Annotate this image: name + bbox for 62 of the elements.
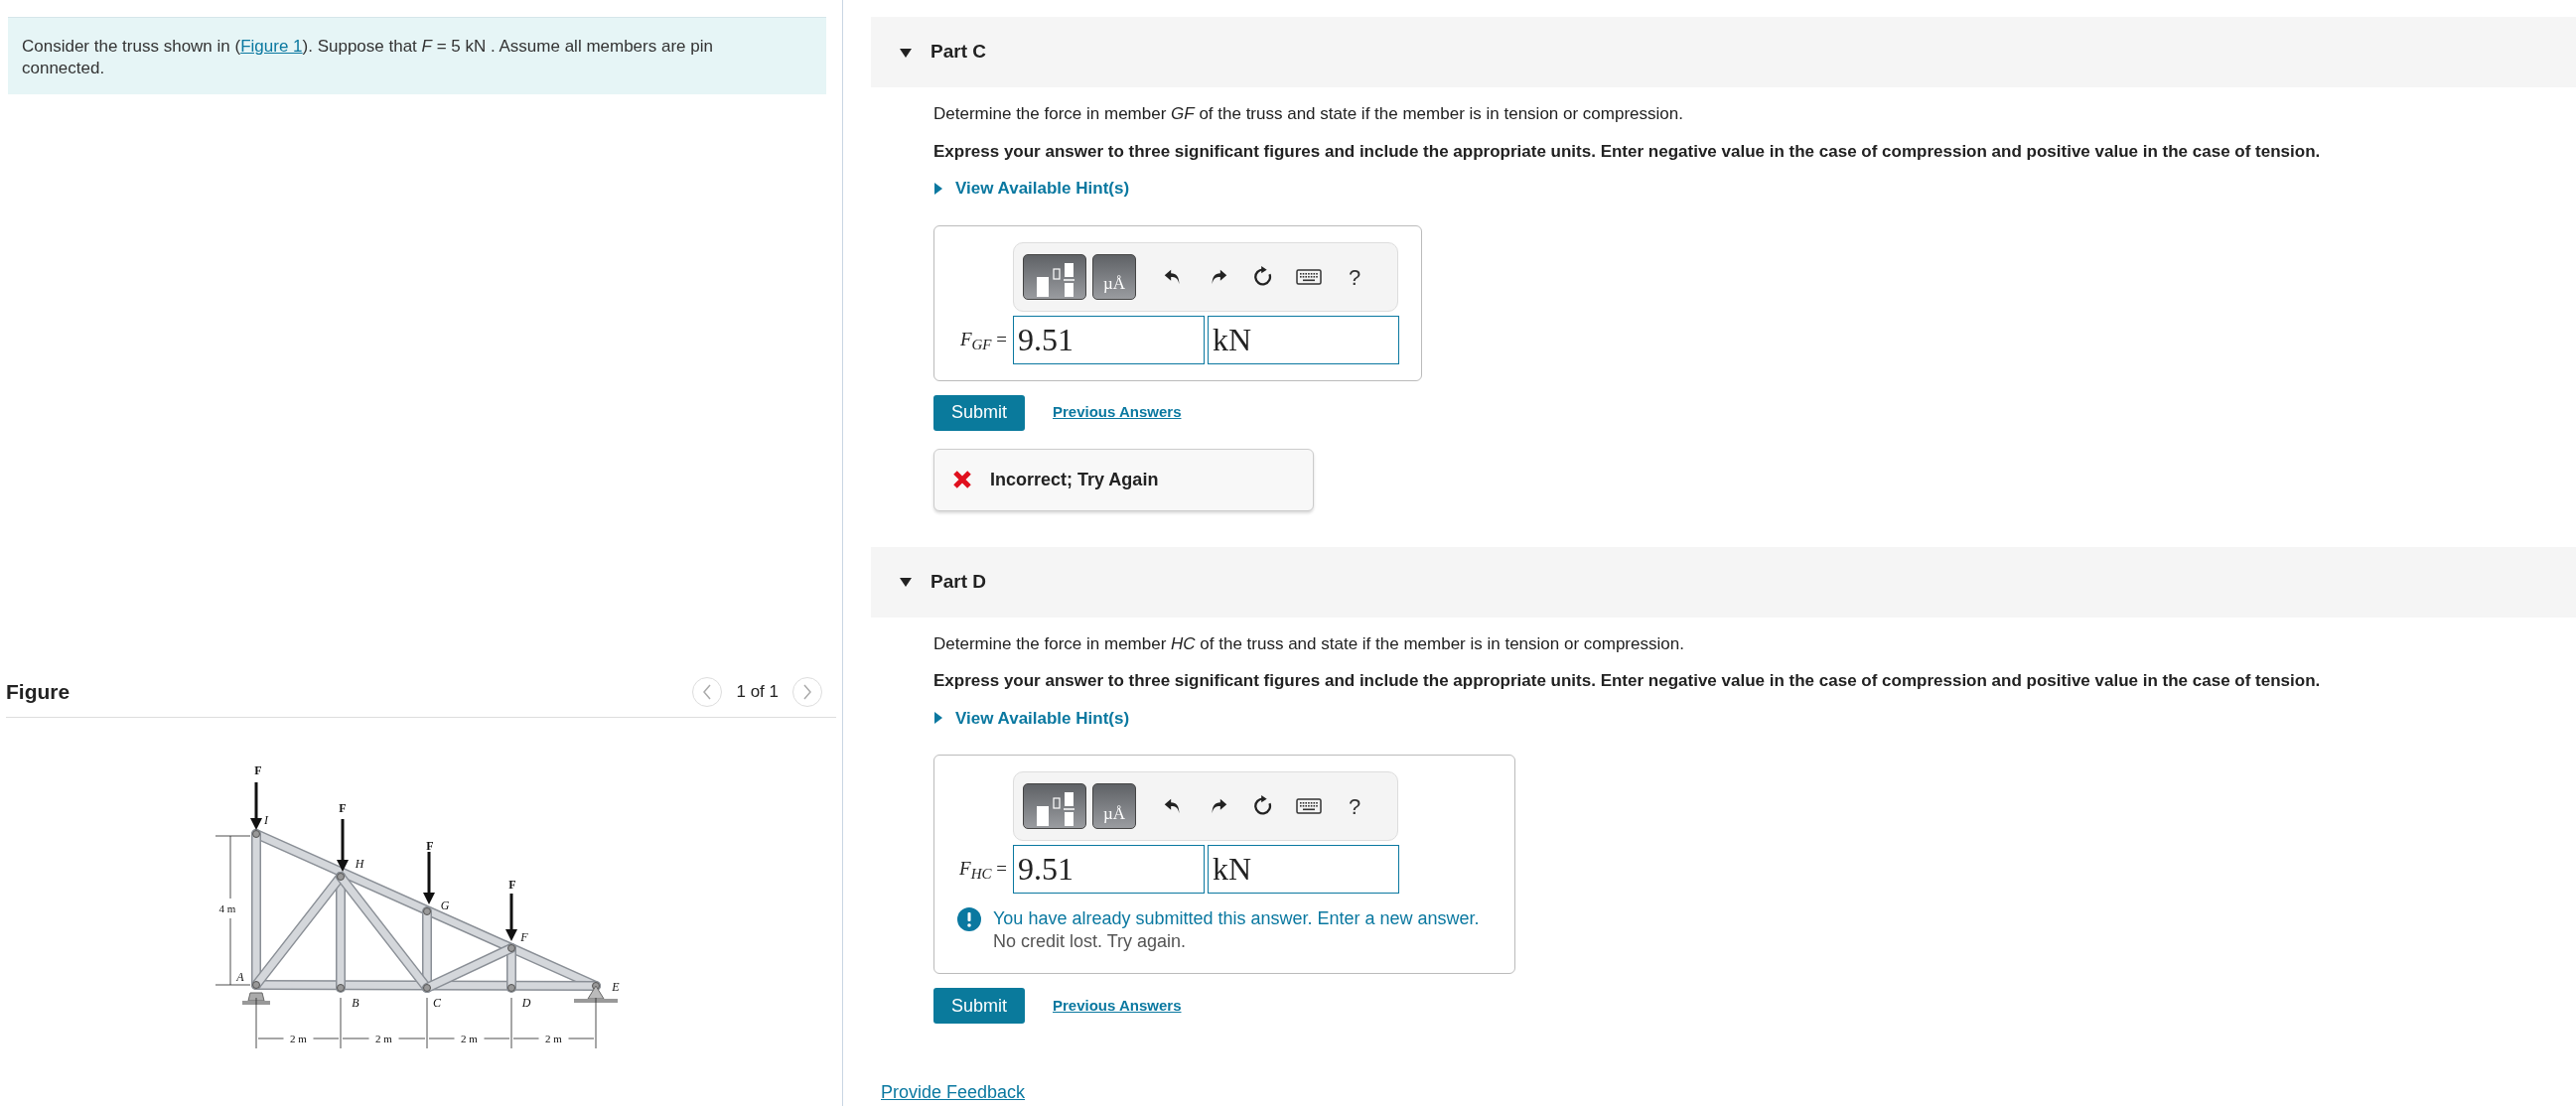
- answer-value-field[interactable]: 9.51: [1013, 315, 1205, 364]
- submit-button[interactable]: Submit: [933, 988, 1025, 1024]
- force-arrow: [423, 852, 435, 904]
- answer-units-field[interactable]: kN: [1208, 845, 1399, 894]
- view-hints-link[interactable]: View Available Hint(s): [933, 176, 1130, 202]
- help-button[interactable]: ?: [1339, 260, 1371, 293]
- joint-label: E: [612, 980, 620, 994]
- answer-label: F$_{GF}$ =: [959, 327, 1007, 354]
- joint-label: G: [440, 899, 450, 912]
- keyboard-icon: [1296, 268, 1323, 285]
- chevron-left-icon: [702, 684, 713, 700]
- answer-value-field[interactable]: 9.51: [1013, 845, 1205, 894]
- instruction-text: Express your answer to three significant figures and include the appropriate units. Enter negative value in the case of compression and positive value in the case of tension.: [933, 140, 2322, 163]
- help-button[interactable]: ?: [1339, 790, 1371, 822]
- joint-label: B: [352, 996, 359, 1010]
- force-label: F: [426, 839, 434, 853]
- exclamation-icon: [957, 907, 981, 931]
- force-arrow: [250, 782, 262, 830]
- answer-label: F$_{HC}$ =: [959, 857, 1007, 884]
- question-text: Determine the force in member HC of the truss and state if the member is in tension or compression.: [933, 632, 1685, 655]
- dimension-label: 2 m: [545, 1033, 562, 1044]
- submit-button[interactable]: Submit: [933, 394, 1025, 431]
- figure-link[interactable]: Figure 1: [240, 37, 303, 56]
- feedback-message: You have already submitted this answer. Enter a new answer.: [993, 907, 1480, 930]
- force-label: F: [508, 878, 516, 892]
- figure-heading: Figure: [6, 679, 71, 706]
- force-arrow: [505, 894, 517, 941]
- dimension-label: 4 m: [218, 902, 236, 914]
- previous-answers-link[interactable]: Previous Answers: [1053, 401, 1182, 424]
- previous-answers-link[interactable]: Previous Answers: [1053, 994, 1182, 1018]
- part-header[interactable]: Part D: [871, 546, 2576, 618]
- intro-paragraph: Consider the truss shown in (Figure 1). Suppose that F = 5 kN . Assume all members are pin connected.: [22, 36, 714, 79]
- force-label: F: [339, 801, 347, 815]
- units-button[interactable]: µÅ: [1092, 253, 1136, 300]
- joint-label: A: [236, 970, 244, 984]
- feedback-message: Incorrect; Try Again: [990, 468, 1159, 491]
- dimension-label: 2 m: [461, 1033, 478, 1044]
- cross-icon: [952, 470, 972, 489]
- keyboard-icon: [1296, 798, 1323, 814]
- part-header[interactable]: Part C: [871, 17, 2576, 87]
- joint-label: I: [264, 813, 268, 827]
- instruction-text: Express your answer to three significant figures and include the appropriate units. Enter negative value in the case of compression and positive value in the case of tension.: [933, 670, 2322, 692]
- joint-label: D: [521, 996, 531, 1010]
- provide-feedback-link[interactable]: Provide Feedback: [881, 1079, 1026, 1106]
- units-button[interactable]: µÅ: [1092, 783, 1136, 829]
- dimension-label: 2 m: [375, 1033, 392, 1044]
- feedback-note: No credit lost. Try again.: [993, 930, 1188, 953]
- templates-icon: [1035, 792, 1074, 826]
- force-label: F: [254, 763, 262, 777]
- force-arrow: [337, 819, 349, 872]
- dimension-label: 2 m: [290, 1033, 307, 1044]
- joint-label: H: [355, 857, 364, 871]
- view-hints-link[interactable]: View Available Hint(s): [933, 705, 1130, 731]
- answer-units-field[interactable]: kN: [1208, 315, 1399, 364]
- templates-icon: [1035, 262, 1074, 297]
- chevron-right-icon: [802, 684, 812, 700]
- joint-label: F: [520, 930, 528, 944]
- question-text: Determine the force in member GF of the truss and state if the member is in tension or compression.: [933, 103, 1684, 125]
- templates-button[interactable]: [1023, 253, 1086, 300]
- page-indicator: 1 of 1: [736, 681, 779, 704]
- joint-label: C: [433, 996, 441, 1010]
- templates-button[interactable]: [1023, 783, 1086, 829]
